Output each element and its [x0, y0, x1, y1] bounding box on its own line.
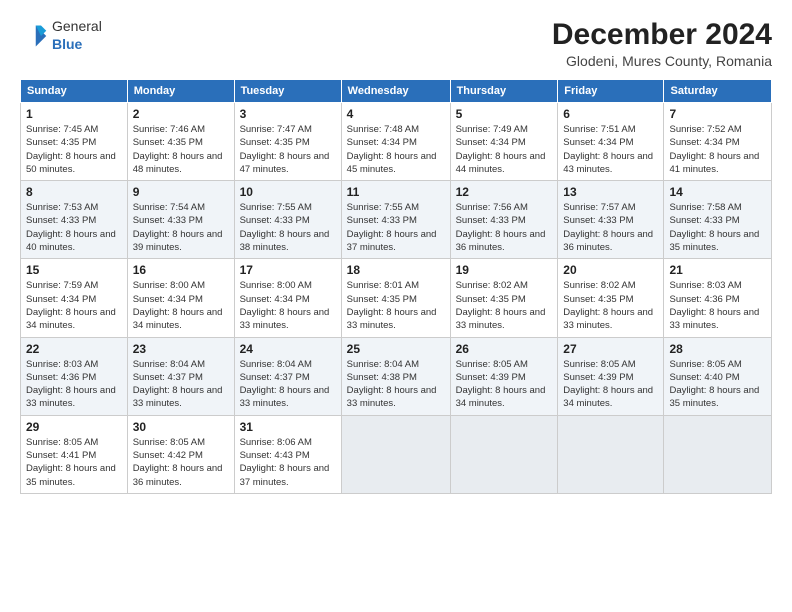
week-row-4: 22 Sunrise: 8:03 AMSunset: 4:36 PMDaylig… — [21, 337, 772, 415]
day-10: 10 Sunrise: 7:55 AMSunset: 4:33 PMDaylig… — [234, 181, 341, 259]
week-row-2: 8 Sunrise: 7:53 AMSunset: 4:33 PMDayligh… — [21, 181, 772, 259]
empty-cell-4 — [664, 415, 772, 493]
day-19: 19 Sunrise: 8:02 AMSunset: 4:35 PMDaylig… — [450, 259, 558, 337]
day-5: 5 Sunrise: 7:49 AMSunset: 4:34 PMDayligh… — [450, 103, 558, 181]
week-row-5: 29 Sunrise: 8:05 AMSunset: 4:41 PMDaylig… — [21, 415, 772, 493]
day-8: 8 Sunrise: 7:53 AMSunset: 4:33 PMDayligh… — [21, 181, 128, 259]
subtitle: Glodeni, Mures County, Romania — [552, 53, 772, 69]
week-row-3: 15 Sunrise: 7:59 AMSunset: 4:34 PMDaylig… — [21, 259, 772, 337]
day-20: 20 Sunrise: 8:02 AMSunset: 4:35 PMDaylig… — [558, 259, 664, 337]
day-16: 16 Sunrise: 8:00 AMSunset: 4:34 PMDaylig… — [127, 259, 234, 337]
day-2: 2 Sunrise: 7:46 AMSunset: 4:35 PMDayligh… — [127, 103, 234, 181]
day-25: 25 Sunrise: 8:04 AMSunset: 4:38 PMDaylig… — [341, 337, 450, 415]
weekday-tuesday: Tuesday — [234, 80, 341, 103]
weekday-monday: Monday — [127, 80, 234, 103]
week-row-1: 1 Sunrise: 7:45 AMSunset: 4:35 PMDayligh… — [21, 103, 772, 181]
day-29: 29 Sunrise: 8:05 AMSunset: 4:41 PMDaylig… — [21, 415, 128, 493]
day-21: 21 Sunrise: 8:03 AMSunset: 4:36 PMDaylig… — [664, 259, 772, 337]
day-18: 18 Sunrise: 8:01 AMSunset: 4:35 PMDaylig… — [341, 259, 450, 337]
day-27: 27 Sunrise: 8:05 AMSunset: 4:39 PMDaylig… — [558, 337, 664, 415]
title-block: December 2024 Glodeni, Mures County, Rom… — [552, 18, 772, 69]
main-title: December 2024 — [552, 18, 772, 51]
day-31: 31 Sunrise: 8:06 AMSunset: 4:43 PMDaylig… — [234, 415, 341, 493]
day-24: 24 Sunrise: 8:04 AMSunset: 4:37 PMDaylig… — [234, 337, 341, 415]
day-15: 15 Sunrise: 7:59 AMSunset: 4:34 PMDaylig… — [21, 259, 128, 337]
day-22: 22 Sunrise: 8:03 AMSunset: 4:36 PMDaylig… — [21, 337, 128, 415]
day-12: 12 Sunrise: 7:56 AMSunset: 4:33 PMDaylig… — [450, 181, 558, 259]
header: General Blue December 2024 Glodeni, Mure… — [20, 18, 772, 69]
empty-cell-3 — [558, 415, 664, 493]
logo-icon — [20, 22, 48, 50]
day-23: 23 Sunrise: 8:04 AMSunset: 4:37 PMDaylig… — [127, 337, 234, 415]
weekday-friday: Friday — [558, 80, 664, 103]
weekday-sunday: Sunday — [21, 80, 128, 103]
day-4: 4 Sunrise: 7:48 AMSunset: 4:34 PMDayligh… — [341, 103, 450, 181]
day-13: 13 Sunrise: 7:57 AMSunset: 4:33 PMDaylig… — [558, 181, 664, 259]
day-6: 6 Sunrise: 7:51 AMSunset: 4:34 PMDayligh… — [558, 103, 664, 181]
logo: General Blue — [20, 18, 102, 54]
day-9: 9 Sunrise: 7:54 AMSunset: 4:33 PMDayligh… — [127, 181, 234, 259]
day-26: 26 Sunrise: 8:05 AMSunset: 4:39 PMDaylig… — [450, 337, 558, 415]
day-11: 11 Sunrise: 7:55 AMSunset: 4:33 PMDaylig… — [341, 181, 450, 259]
empty-cell-1 — [341, 415, 450, 493]
empty-cell-2 — [450, 415, 558, 493]
day-1: 1 Sunrise: 7:45 AMSunset: 4:35 PMDayligh… — [21, 103, 128, 181]
day-3: 3 Sunrise: 7:47 AMSunset: 4:35 PMDayligh… — [234, 103, 341, 181]
day-30: 30 Sunrise: 8:05 AMSunset: 4:42 PMDaylig… — [127, 415, 234, 493]
logo-general: General Blue — [52, 18, 102, 54]
day-14: 14 Sunrise: 7:58 AMSunset: 4:33 PMDaylig… — [664, 181, 772, 259]
day-28: 28 Sunrise: 8:05 AMSunset: 4:40 PMDaylig… — [664, 337, 772, 415]
day-17: 17 Sunrise: 8:00 AMSunset: 4:34 PMDaylig… — [234, 259, 341, 337]
weekday-thursday: Thursday — [450, 80, 558, 103]
page: General Blue December 2024 Glodeni, Mure… — [0, 0, 792, 612]
weekday-saturday: Saturday — [664, 80, 772, 103]
weekday-wednesday: Wednesday — [341, 80, 450, 103]
calendar: Sunday Monday Tuesday Wednesday Thursday… — [20, 79, 772, 494]
day-7: 7 Sunrise: 7:52 AMSunset: 4:34 PMDayligh… — [664, 103, 772, 181]
